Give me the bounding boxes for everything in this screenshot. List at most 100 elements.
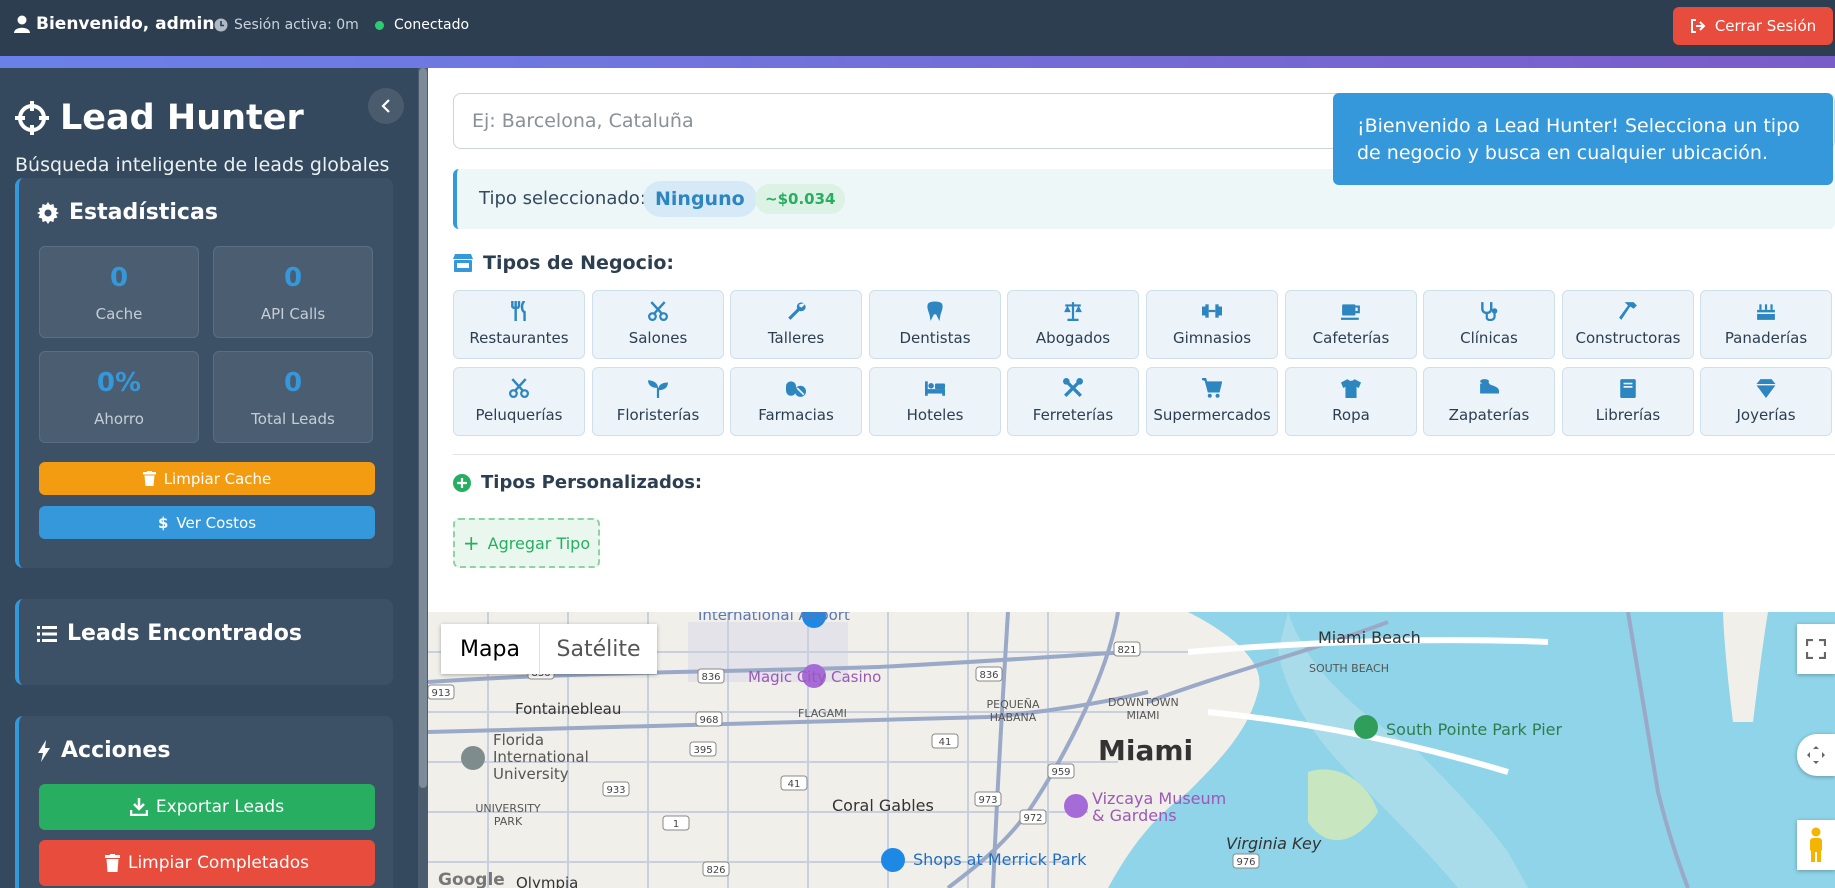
map-label-vizcaya: Vizcaya Museum & Gardens (1092, 789, 1227, 825)
collapse-sidebar-button[interactable] (368, 88, 404, 124)
custom-types-title: Tipos Personalizados: (481, 472, 703, 493)
fullscreen-icon (1806, 639, 1826, 659)
road-shield-label: 972 (1023, 813, 1042, 824)
business-type-abogados-button[interactable]: Abogados (1007, 290, 1139, 359)
business-type-zapaterias-button[interactable]: Zapaterías (1423, 367, 1555, 436)
export-leads-button[interactable]: Exportar Leads (39, 784, 375, 830)
business-type-salones-button[interactable]: Salones (592, 290, 724, 359)
map-type-control: Mapa Satélite (441, 624, 657, 674)
actions-title-label: Acciones (61, 738, 171, 763)
fullscreen-button[interactable] (1797, 624, 1835, 674)
road-shield-label: 976 (1236, 857, 1255, 868)
map-label-merrick: Shops at Merrick Park (913, 850, 1087, 869)
stats-title: Estadísticas (37, 200, 218, 225)
map-tab-satellite[interactable]: Satélite (539, 624, 657, 674)
list-icon (37, 625, 57, 642)
business-type-joyerias-button[interactable]: Joyerías (1700, 367, 1832, 436)
welcome-notification: ¡Bienvenido a Lead Hunter! Selecciona un… (1333, 93, 1833, 185)
dumbbell-icon (1147, 301, 1277, 323)
crosshairs-icon (15, 101, 49, 135)
business-type-label: Supermercados (1153, 406, 1271, 424)
business-type-talleres-button[interactable]: Talleres (730, 290, 862, 359)
business-type-label: Joyerías (1736, 406, 1796, 424)
map-label-miami-beach: Miami Beach (1318, 628, 1421, 647)
business-type-ferreterias-button[interactable]: Ferreterías (1007, 367, 1139, 436)
business-type-label: Clínicas (1460, 329, 1518, 347)
camera-control-button[interactable] (1797, 734, 1835, 776)
business-type-supermercados-button[interactable]: Supermercados (1146, 367, 1278, 436)
stat-cache: 0 Cache (39, 246, 199, 338)
stat-total-label: Total Leads (251, 410, 335, 428)
export-leads-label: Exportar Leads (155, 797, 285, 817)
tshirt-icon (1286, 378, 1416, 400)
add-type-button[interactable]: + Agregar Tipo (453, 518, 600, 568)
utensils-icon (454, 301, 584, 323)
road-shield-label: 913 (431, 688, 450, 699)
map-label-magic-city: Magic City Casino (748, 668, 882, 686)
street-view-pegman-button[interactable] (1797, 820, 1835, 870)
business-type-hoteles-button[interactable]: Hoteles (869, 367, 1001, 436)
stat-saving-value: 0% (96, 368, 142, 398)
stat-cache-value: 0 (109, 263, 129, 293)
pills-icon (731, 378, 861, 400)
road-shield-label: 821 (1117, 645, 1136, 656)
road-shield-label: 973 (978, 795, 997, 806)
business-type-constructoras-button[interactable]: Constructoras (1562, 290, 1694, 359)
clear-completed-label: Limpiar Completados (127, 853, 309, 873)
business-type-panaderias-button[interactable]: Panaderías (1700, 290, 1832, 359)
stat-api-calls: 0 API Calls (213, 246, 373, 338)
business-type-farmacias-button[interactable]: Farmacias (730, 367, 862, 436)
business-type-label: Abogados (1035, 329, 1111, 347)
business-type-restaurantes-button[interactable]: Restaurantes (453, 290, 585, 359)
stat-saving-label: Ahorro (94, 410, 144, 428)
google-logo: Google (438, 870, 505, 888)
clear-cache-button[interactable]: Limpiar Cache (39, 462, 375, 495)
stat-api-value: 0 (283, 263, 303, 293)
stat-total-leads: 0 Total Leads (213, 351, 373, 443)
stat-cache-label: Cache (95, 305, 143, 323)
tools-icon (1008, 378, 1138, 400)
business-type-gimnasios-button[interactable]: Gimnasios (1146, 290, 1278, 359)
scissors-icon (454, 378, 584, 400)
business-type-peluquerias-button[interactable]: Peluquerías (453, 367, 585, 436)
welcome-text: Bienvenido, admin (36, 14, 215, 34)
business-type-clinicas-button[interactable]: Clínicas (1423, 290, 1555, 359)
session-timer: Sesión activa: 0m (214, 17, 359, 33)
road-shield-label: 968 (699, 715, 718, 726)
view-costs-button[interactable]: $ Ver Costos (39, 506, 375, 539)
chevron-left-icon (381, 99, 390, 113)
business-type-label: Peluquerías (475, 406, 563, 424)
business-type-dentistas-button[interactable]: Dentistas (869, 290, 1001, 359)
shoe-icon (1424, 378, 1554, 400)
map-label-fontainebleau: Fontainebleau (515, 700, 622, 718)
business-type-label: Talleres (767, 329, 825, 347)
cake-icon (1701, 301, 1831, 323)
business-types-title: Tipos de Negocio: (483, 252, 675, 274)
business-type-floristerias-button[interactable]: Floristerías (592, 367, 724, 436)
map-label-flagami: FLAGAMI (798, 707, 847, 720)
business-type-label: Farmacias (758, 406, 834, 424)
map-tab-map[interactable]: Mapa (441, 624, 539, 674)
section-divider (453, 454, 1835, 455)
map-label-coral-gables: Coral Gables (832, 796, 934, 815)
business-type-label: Salones (628, 329, 688, 347)
clear-completed-button[interactable]: Limpiar Completados (39, 840, 375, 886)
session-text: Sesión activa: 0m (234, 17, 359, 33)
stat-total-value: 0 (283, 368, 303, 398)
sidebar-scrollbar-thumb[interactable] (419, 68, 427, 788)
business-type-cafeterias-button[interactable]: Cafeterías (1285, 290, 1417, 359)
business-type-ropa-button[interactable]: Ropa (1285, 367, 1417, 436)
pan-arrows-icon (1807, 746, 1825, 764)
download-icon (129, 798, 148, 816)
road-shield-label: 41 (939, 737, 952, 748)
road-shield-label: 836 (701, 672, 720, 683)
dollar-icon: $ (157, 513, 169, 532)
top-bar: Bienvenido, admin Sesión activa: 0m Cone… (0, 0, 1835, 56)
business-type-label: Restaurantes (469, 329, 569, 347)
tooth-icon (870, 301, 1000, 323)
logout-button[interactable]: Cerrar Sesión (1673, 7, 1833, 45)
cart-icon (1147, 378, 1277, 400)
actions-card: Acciones Exportar Leads Limpiar Completa… (15, 716, 393, 888)
cost-badge: ~$0.034 (755, 184, 846, 214)
business-type-librerias-button[interactable]: Librerías (1562, 367, 1694, 436)
